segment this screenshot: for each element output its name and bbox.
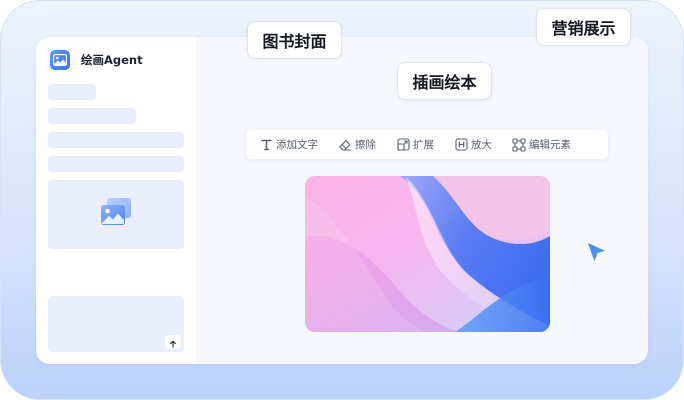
expand-icon	[396, 138, 410, 152]
edit-toolbar: 添加文字 擦除 扩展 放大 编辑元素	[246, 130, 608, 159]
edit-element-button[interactable]: 编辑元素	[512, 137, 571, 152]
text-icon	[259, 138, 273, 152]
history-item-placeholder[interactable]	[48, 84, 96, 100]
history-item-placeholder[interactable]	[48, 132, 184, 148]
edit-element-icon	[512, 137, 526, 152]
send-button[interactable]	[165, 335, 181, 349]
eraser-icon	[338, 138, 352, 152]
app-window: 绘画Agent 添加文字 擦除 扩展 放大 编辑元素	[36, 37, 648, 364]
generated-image[interactable]	[305, 176, 550, 332]
tag-marketing-display[interactable]: 营销展示	[536, 8, 631, 46]
add-text-button[interactable]: 添加文字	[259, 137, 318, 152]
upscale-icon	[454, 138, 468, 152]
prompt-input-box[interactable]	[48, 296, 184, 352]
erase-button[interactable]: 擦除	[338, 137, 376, 152]
picture-icon	[50, 50, 70, 70]
upscale-button[interactable]: 放大	[454, 137, 492, 152]
arrow-up-icon	[169, 333, 177, 352]
app-name: 绘画Agent	[81, 53, 143, 67]
gallery-icon	[96, 195, 136, 235]
sidebar: 绘画Agent	[36, 37, 196, 364]
image-preview-card[interactable]	[48, 180, 184, 249]
history-item-placeholder[interactable]	[48, 108, 136, 124]
cursor-pointer-icon	[585, 240, 609, 266]
tag-book-cover[interactable]: 图书封面	[247, 21, 342, 59]
brand[interactable]: 绘画Agent	[50, 50, 143, 70]
expand-button[interactable]: 扩展	[396, 137, 434, 152]
history-item-placeholder[interactable]	[48, 156, 184, 172]
tag-illustration-picture-book[interactable]: 插画绘本	[397, 62, 492, 100]
